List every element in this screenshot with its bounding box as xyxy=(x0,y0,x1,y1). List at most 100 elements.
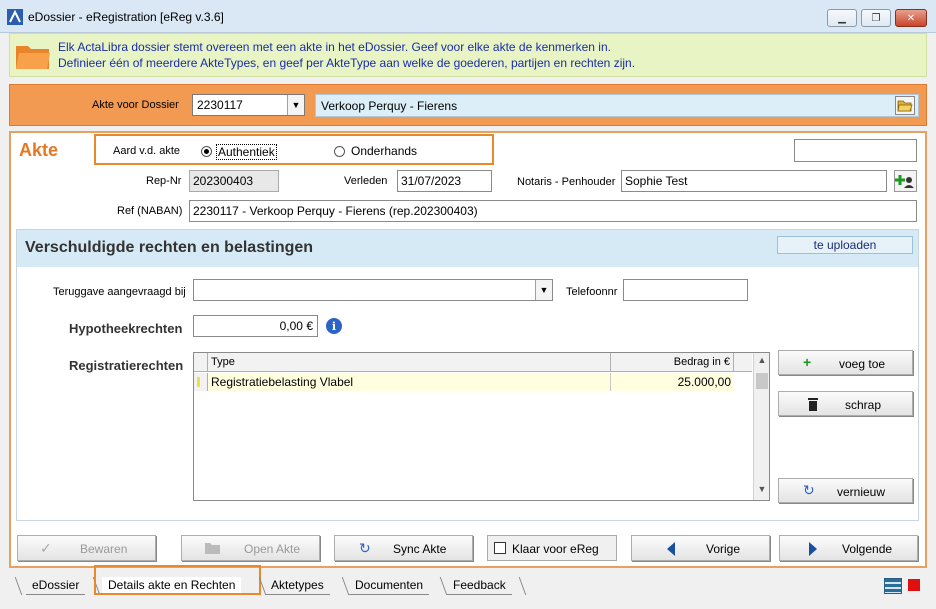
tab-bar: eDossier Details akte en Rechten Aktetyp… xyxy=(0,565,936,609)
chevron-down-icon[interactable]: ▼ xyxy=(535,280,552,300)
open-folder-icon xyxy=(897,100,913,112)
klaar-voor-ereg-checkbox-group[interactable]: Klaar voor eReg xyxy=(487,535,617,561)
row-selector[interactable] xyxy=(194,373,208,391)
check-icon: ✓ xyxy=(40,540,52,556)
tab-separator xyxy=(518,577,527,595)
notaris-value: Sophie Test xyxy=(625,174,688,188)
teruggave-select[interactable]: ▼ xyxy=(193,279,553,301)
akte-title: Akte xyxy=(19,140,59,160)
dossier-description-value: Verkoop Perquy - Fierens xyxy=(321,99,458,113)
radio-authentiek-label[interactable]: Authentiek xyxy=(216,144,277,160)
refresh-button[interactable]: ↻ vernieuw xyxy=(778,478,913,503)
chevron-up-icon[interactable]: ▲ xyxy=(754,355,770,369)
tab-edossier[interactable]: eDossier xyxy=(26,577,86,595)
sync-akte-button[interactable]: ↻ Sync Akte xyxy=(334,535,473,561)
ref-value: 2230117 - Verkoop Perquy - Fierens (rep.… xyxy=(193,204,478,218)
repnr-value: 202300403 xyxy=(193,174,254,188)
tab-aktetypes[interactable]: Aktetypes xyxy=(265,577,330,595)
sync-akte-button-label: Sync Akte xyxy=(393,542,447,556)
rechten-header: Verschuldigde rechten en belastingen te … xyxy=(17,230,918,267)
hypotheek-field[interactable]: 0,00 € xyxy=(193,315,318,337)
klaar-voor-ereg-label[interactable]: Klaar voor eReg xyxy=(512,542,599,556)
add-person-icon xyxy=(895,175,914,188)
klaar-voor-ereg-checkbox[interactable] xyxy=(494,542,506,554)
rechten-title: Verschuldigde rechten en belastingen xyxy=(25,239,314,256)
chevron-down-icon[interactable]: ▼ xyxy=(287,95,304,115)
delete-button[interactable]: schrap xyxy=(778,391,913,416)
grid-header-selector xyxy=(194,353,208,372)
notaris-lookup-button[interactable] xyxy=(894,170,917,192)
info-banner: Elk ActaLibra dossier stemt overeen met … xyxy=(9,33,927,77)
grid-header: Type Bedrag in € xyxy=(194,353,752,372)
refresh-icon: ↻ xyxy=(803,482,815,498)
add-button[interactable]: + voeg toe xyxy=(778,350,913,375)
notaris-field[interactable]: Sophie Test xyxy=(621,170,887,192)
radio-onderhands-label[interactable]: Onderhands xyxy=(351,144,417,158)
next-button-label: Volgende xyxy=(842,542,893,556)
delete-button-label: schrap xyxy=(845,398,882,412)
info-icon[interactable]: i xyxy=(326,318,342,334)
window-title: eDossier - eRegistration [eReg v.3.6] xyxy=(28,10,224,24)
previous-button[interactable]: Vorige xyxy=(631,535,770,561)
chevron-down-icon[interactable]: ▼ xyxy=(754,484,770,498)
aard-akte-group: Aard v.d. akte Authentiek Onderhands xyxy=(94,134,494,165)
telefoon-field[interactable] xyxy=(623,279,748,301)
save-button-label: Bewaren xyxy=(80,542,128,556)
restore-button[interactable]: ❐ xyxy=(861,9,891,27)
app-icon xyxy=(7,9,23,25)
scroll-thumb[interactable] xyxy=(756,373,768,389)
arrow-left-icon xyxy=(667,542,675,556)
ref-field[interactable]: 2230117 - Verkoop Perquy - Fierens (rep.… xyxy=(189,200,917,222)
tab-documenten[interactable]: Documenten xyxy=(349,577,430,595)
grid-scrollbar[interactable]: ▲ ▼ xyxy=(753,353,769,500)
status-badge: te uploaden xyxy=(777,236,913,254)
dossier-label: Akte voor Dossier xyxy=(92,99,179,111)
title-bar: eDossier - eRegistration [eReg v.3.6] ▁ … xyxy=(0,0,936,33)
repnr-field: 202300403 xyxy=(189,170,279,192)
dossier-select-value: 2230117 xyxy=(197,98,243,112)
grid-header-type[interactable]: Type xyxy=(208,353,611,372)
verleden-label: Verleden xyxy=(344,175,388,187)
status-indicator-icon xyxy=(908,579,920,591)
open-akte-button[interactable]: Open Akte xyxy=(181,535,320,561)
dossier-description: Verkoop Perquy - Fierens xyxy=(315,94,919,117)
grid-view-icon[interactable] xyxy=(884,578,902,594)
radio-onderhands[interactable] xyxy=(334,146,345,157)
dossier-select[interactable]: 2230117 ▼ xyxy=(192,94,305,116)
dossier-bar: Akte voor Dossier 2230117 ▼ Verkoop Perq… xyxy=(9,84,927,126)
open-akte-button-label: Open Akte xyxy=(244,542,301,556)
close-button[interactable]: ✕ xyxy=(895,9,927,27)
verleden-value: 31/07/2023 xyxy=(401,174,462,188)
hypotheek-label: Hypotheekrechten xyxy=(69,321,183,336)
registratie-grid[interactable]: Type Bedrag in € Registratiebelasting Vl… xyxy=(193,352,770,501)
sync-icon: ↻ xyxy=(359,540,371,556)
verleden-field[interactable]: 31/07/2023 xyxy=(397,170,492,192)
ref-label: Ref (NABAN) xyxy=(117,205,183,217)
next-button[interactable]: Volgende xyxy=(779,535,918,561)
refresh-button-label: vernieuw xyxy=(837,485,886,499)
tab-feedback[interactable]: Feedback xyxy=(447,577,512,595)
table-row[interactable]: Registratiebelasting Vlabel 25.000,00 xyxy=(194,373,734,391)
current-row-icon xyxy=(197,377,200,387)
repnr-label: Rep-Nr xyxy=(146,175,182,187)
notaris-label: Notaris - Penhouder xyxy=(517,176,616,188)
telefoon-label: Telefoonnr xyxy=(566,286,618,298)
row-amount-cell[interactable]: 25.000,00 xyxy=(611,373,734,391)
registratie-label: Registratierechten xyxy=(69,358,184,373)
minimize-button[interactable]: ▁ xyxy=(827,9,857,27)
hypotheek-value: 0,00 € xyxy=(279,319,313,333)
plus-icon: + xyxy=(803,354,812,370)
radio-authentiek[interactable] xyxy=(201,146,212,157)
previous-button-label: Vorige xyxy=(706,542,741,556)
akte-extra-field[interactable] xyxy=(794,139,917,162)
active-tab-highlight xyxy=(94,565,261,595)
folder-icon xyxy=(16,46,50,69)
save-button[interactable]: ✓ Bewaren xyxy=(17,535,156,561)
banner-line-1: Elk ActaLibra dossier stemt overeen met … xyxy=(58,40,611,54)
add-button-label: voeg toe xyxy=(839,357,886,371)
banner-line-2: Definieer één of meerdere AkteTypes, en … xyxy=(58,56,636,70)
row-type-cell[interactable]: Registratiebelasting Vlabel xyxy=(208,373,611,391)
tab-separator xyxy=(14,577,23,595)
grid-header-amount[interactable]: Bedrag in € xyxy=(611,353,734,372)
open-folder-button[interactable] xyxy=(895,96,915,115)
